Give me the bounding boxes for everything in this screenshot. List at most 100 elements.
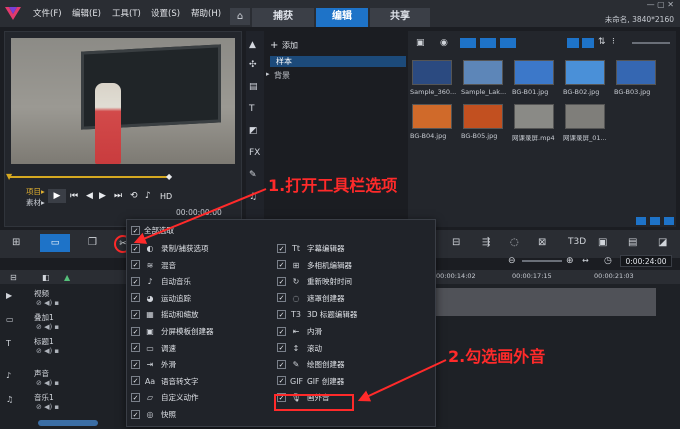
menu-option[interactable]: ✓ ◎ 快照: [131, 406, 176, 423]
scrub-bar[interactable]: [8, 176, 170, 178]
menu-option[interactable]: ✓ ▦ 摇动和缩放: [131, 306, 199, 323]
hd-toggle[interactable]: HD: [160, 192, 172, 201]
media-thumbnail[interactable]: [514, 104, 554, 129]
sort-icon[interactable]: ⇅: [598, 37, 606, 47]
panel-toggle-2[interactable]: [650, 217, 660, 225]
media-icon[interactable]: ▲: [249, 40, 256, 50]
chapter-icon[interactable]: ◧: [42, 273, 50, 282]
tab-capture[interactable]: 捕获: [252, 8, 314, 27]
tab-share[interactable]: 共享: [370, 8, 430, 27]
menu-option[interactable]: ✓ Aa 语音转文字: [131, 373, 199, 390]
grid-view-button[interactable]: [582, 38, 594, 48]
media-thumbnail[interactable]: [616, 60, 656, 85]
transition-icon[interactable]: ▤: [249, 82, 258, 92]
title-icon[interactable]: T: [249, 104, 255, 114]
menu-option[interactable]: ✓ ▱ 自定义动作: [131, 389, 199, 406]
media-thumbnail[interactable]: [463, 104, 503, 129]
multi-trim-icon[interactable]: ⊟: [452, 237, 460, 248]
project-mode-label[interactable]: 项目▸: [26, 186, 45, 197]
track-controls[interactable]: ⊘ ◀) ▪: [36, 403, 59, 411]
menu-option[interactable]: ✓ ≋ 混音: [131, 257, 176, 274]
media-thumbnail[interactable]: [412, 104, 452, 129]
timecode[interactable]: 00:00:00:00: [176, 208, 222, 217]
end-icon[interactable]: ⏭: [114, 191, 122, 201]
media-thumbnail[interactable]: [565, 60, 605, 85]
track-scrollbar[interactable]: [38, 420, 98, 426]
menu-option[interactable]: ✓ ▭ 调速: [131, 340, 176, 357]
select-all-item[interactable]: ✓ 全部选取: [131, 222, 174, 239]
track-controls[interactable]: ⊘ ◀) ▪: [36, 347, 59, 355]
repeat-icon[interactable]: ⟲: [130, 191, 138, 201]
prev-frame-icon[interactable]: ◀: [86, 191, 93, 201]
panel-toggle-1[interactable]: [636, 217, 646, 225]
copy-icon[interactable]: ❐: [88, 237, 97, 248]
filter-image-button[interactable]: [480, 38, 496, 48]
menu-option[interactable]: ✓ ◕ 运动追踪: [131, 290, 191, 307]
storyboard-view-icon[interactable]: ⊞: [12, 237, 20, 248]
panel-toggle-3[interactable]: [664, 217, 674, 225]
menu-option[interactable]: ✓ ⊞ 多相机编辑器: [277, 257, 352, 274]
audio-icon[interactable]: ♫: [249, 192, 257, 202]
play-button[interactable]: ▶: [48, 189, 66, 203]
motion-icon[interactable]: ⇶: [482, 237, 490, 248]
screen-icon[interactable]: ▤: [628, 237, 637, 248]
zoom-out-icon[interactable]: ⊖: [508, 256, 516, 266]
menu-option[interactable]: ✓ ♪ 自动音乐: [131, 273, 191, 290]
menu-option[interactable]: ✓ T3 3D 标题编辑器: [277, 306, 357, 323]
instant-project-icon[interactable]: ✣: [249, 60, 257, 70]
fit-icon[interactable]: ↔: [582, 256, 589, 265]
home-icon[interactable]: ⏮: [70, 191, 78, 201]
tab-edit[interactable]: 编辑: [316, 8, 368, 27]
add-folder-label[interactable]: 添加: [282, 40, 298, 51]
graphic-icon[interactable]: ◩: [249, 126, 258, 136]
marker-icon[interactable]: ▲: [64, 273, 70, 282]
add-folder-icon[interactable]: +: [270, 40, 278, 51]
folder-icon[interactable]: ▣: [416, 38, 425, 48]
filter-audio-button[interactable]: [500, 38, 516, 48]
folder-sample[interactable]: 样本: [270, 56, 406, 67]
menu-option[interactable]: ✓ Tt 字幕编辑器: [277, 240, 345, 257]
home-tab[interactable]: ⌂: [230, 8, 250, 25]
filter-video-button[interactable]: [460, 38, 476, 48]
menu-edit[interactable]: 编辑(E): [72, 7, 101, 19]
path-icon[interactable]: ✎: [249, 170, 257, 180]
media-thumbnail[interactable]: [514, 60, 554, 85]
video-clip[interactable]: [436, 288, 656, 316]
menu-file[interactable]: 文件(F): [33, 7, 62, 19]
zoom-slider[interactable]: [522, 260, 562, 262]
video-preview[interactable]: [11, 38, 235, 164]
zoom-in-icon[interactable]: ⊕: [566, 256, 574, 266]
project-duration[interactable]: 0:00:24:00: [620, 255, 672, 267]
options-icon[interactable]: ⁝: [612, 37, 615, 47]
track-controls[interactable]: ⊘ ◀) ▪: [36, 379, 59, 387]
next-frame-icon[interactable]: ▶: [99, 191, 106, 201]
menu-option[interactable]: ✓ ✎ 绘图创建器: [277, 356, 345, 373]
window-controls[interactable]: — ▢ ✕: [647, 0, 674, 9]
clip-mode-label[interactable]: 素材▸: [26, 197, 45, 208]
expand-icon[interactable]: ▸: [266, 70, 270, 78]
thumbnail-size-slider[interactable]: [632, 42, 670, 44]
media-thumbnail[interactable]: [463, 60, 503, 85]
media-thumbnail[interactable]: [565, 104, 605, 129]
track-controls[interactable]: ⊘ ◀) ▪: [36, 299, 59, 307]
media-thumbnail[interactable]: [412, 60, 452, 85]
menu-option[interactable]: ✓ ▣ 分屏模板创建器: [131, 323, 214, 340]
fx-icon[interactable]: FX: [249, 148, 260, 158]
track-controls[interactable]: ⊘ ◀) ▪: [36, 323, 59, 331]
menu-option[interactable]: ✓ ↻ 重新映射时间: [277, 273, 352, 290]
menu-option[interactable]: ✓ ⇥ 外滑: [131, 356, 176, 373]
menu-option[interactable]: ✓ ◌ 遮罩创建器: [277, 290, 345, 307]
title-3d-icon[interactable]: T3D: [568, 237, 586, 247]
menu-help[interactable]: 帮助(H): [191, 7, 221, 19]
scrub-end-marker[interactable]: ◆: [166, 172, 172, 181]
menu-option[interactable]: ✓ ◐ 录制/捕获选项: [131, 240, 209, 257]
volume-icon[interactable]: ♪: [145, 191, 151, 201]
subtitle-icon[interactable]: ▣: [598, 237, 607, 248]
collapse-icon[interactable]: ◪: [658, 237, 667, 248]
timeline-view-button[interactable]: ▭: [40, 234, 70, 252]
multicam-icon[interactable]: ⊠: [538, 237, 546, 248]
menu-settings[interactable]: 设置(S): [151, 7, 180, 19]
track-manager-icon[interactable]: ⊟: [10, 273, 17, 282]
record-icon[interactable]: ◉: [440, 38, 448, 48]
folder-background[interactable]: 背景: [274, 70, 290, 81]
